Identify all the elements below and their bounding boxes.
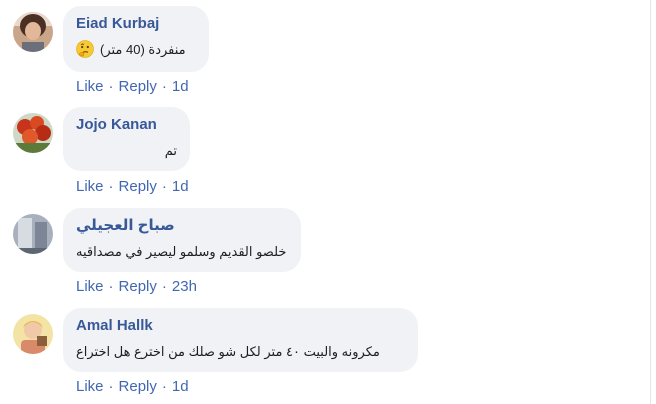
comment-timestamp[interactable]: 1d [172, 78, 189, 95]
avatar[interactable] [13, 12, 53, 52]
comment-timestamp[interactable]: 1d [172, 178, 189, 195]
comment-text: خلصو القديم وسلمو ليصير في مصداقيه [76, 244, 287, 259]
comment-actions: Like · Reply · 1d [76, 78, 189, 96]
edge-divider [650, 0, 651, 404]
comment-author[interactable]: Eiad Kurbaj [76, 14, 196, 34]
separator: · [161, 378, 167, 395]
separator: · [108, 78, 114, 95]
comment-bubble: Eiad Kurbaj منفردة (40 متر) [63, 6, 209, 72]
reply-button[interactable]: Reply [119, 278, 157, 295]
avatar[interactable] [13, 314, 53, 354]
comment-text: منفردة (40 متر) [76, 40, 196, 59]
avatar[interactable] [13, 214, 53, 254]
comment-actions: Like · Reply · 23h [76, 278, 197, 296]
like-button[interactable]: Like [76, 178, 104, 195]
profile-photo [13, 214, 53, 254]
separator: · [161, 278, 167, 295]
comment-bubble: صباح العجيلي خلصو القديم وسلمو ليصير في … [63, 208, 301, 272]
avatar[interactable] [13, 113, 53, 153]
comment-text: تم [164, 143, 177, 158]
comment-author[interactable]: Amal Hallk [76, 316, 405, 336]
comment-timestamp[interactable]: 1d [172, 378, 189, 395]
comment-text: مكرونه والبيت ٤٠ متر لكل شو صلك من اخترع… [76, 344, 380, 359]
comment-actions: Like · Reply · 1d [76, 178, 189, 196]
profile-photo [13, 12, 53, 52]
comment-bubble: Jojo Kanan تم [63, 107, 190, 171]
reply-button[interactable]: Reply [119, 178, 157, 195]
thinking-face-icon [76, 40, 94, 58]
separator: · [108, 378, 114, 395]
comment-author[interactable]: Jojo Kanan [76, 115, 177, 135]
like-button[interactable]: Like [76, 278, 104, 295]
comment-timestamp[interactable]: 23h [172, 278, 197, 295]
profile-photo [13, 113, 53, 153]
comment-text-content: منفردة (40 متر) [100, 42, 186, 57]
separator: · [108, 278, 114, 295]
separator: · [161, 178, 167, 195]
reply-button[interactable]: Reply [119, 378, 157, 395]
comment-author[interactable]: صباح العجيلي [76, 216, 288, 236]
reply-button[interactable]: Reply [119, 78, 157, 95]
separator: · [108, 178, 114, 195]
comment-actions: Like · Reply · 1d [76, 378, 189, 396]
like-button[interactable]: Like [76, 78, 104, 95]
like-button[interactable]: Like [76, 378, 104, 395]
comment-bubble: Amal Hallk مكرونه والبيت ٤٠ متر لكل شو ص… [63, 308, 418, 372]
profile-photo [13, 314, 53, 354]
separator: · [161, 78, 167, 95]
